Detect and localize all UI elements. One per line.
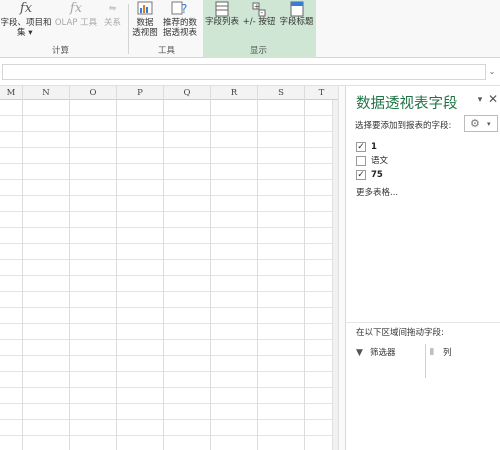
area-divider	[425, 344, 426, 378]
relationships-label: 关系	[103, 18, 121, 28]
column-header-row: M N O P Q R S T	[0, 86, 338, 100]
field-row-yuwen[interactable]: 语文	[356, 154, 486, 168]
plus-minus-buttons-icon: +-	[252, 2, 266, 17]
ribbon: fx 字段、项目和 集 ▾ fx OLAP 工具 ⇋ 关系 计算 数据 透视图 …	[0, 0, 500, 58]
field-list-label: 字段列表	[204, 17, 239, 27]
pane-divider[interactable]	[346, 322, 500, 323]
formula-input[interactable]	[2, 64, 486, 80]
field-list-button[interactable]: 字段列表	[203, 0, 241, 40]
filters-area[interactable]: ▼ 筛选器	[356, 346, 426, 360]
plus-minus-buttons-button[interactable]: + - +/- 按钮	[241, 0, 277, 40]
more-tables-link[interactable]: 更多表格...	[356, 186, 398, 198]
fx-icon: fx	[19, 1, 33, 16]
olap-tools-label: OLAP 工具	[54, 18, 98, 28]
pivotchart-button[interactable]: 数据 透视图	[131, 0, 159, 40]
field-label: 1	[371, 142, 377, 152]
field-label: 75	[371, 170, 383, 180]
column-header-m[interactable]: M	[0, 86, 22, 100]
column-header-n[interactable]: N	[23, 86, 69, 100]
relationships-icon: ⇋	[108, 4, 117, 14]
svg-text:?: ?	[181, 2, 187, 16]
filter-icon: ▼	[356, 348, 363, 358]
pivot-field-list-pane: 数据透视表字段 ▾ ✕ 选择要添加到报表的字段: ⚙ ▾ ✓ 1 语文 ✓ 75…	[345, 86, 500, 450]
recommended-pivot-label-2: 据透视表	[162, 28, 197, 38]
show-group: 字段列表 + - +/- 按钮 字段标题 显示	[203, 0, 316, 58]
gear-icon: ⚙	[470, 117, 480, 130]
field-headers-icon	[290, 1, 303, 17]
chevron-down-icon[interactable]: ▾	[475, 94, 485, 106]
column-gridline	[163, 86, 164, 450]
fields-items-sets-label-2: 集 ▾	[17, 28, 33, 38]
group-separator	[128, 4, 129, 54]
columns-area[interactable]: ⫴ 列	[430, 346, 490, 360]
close-icon[interactable]: ✕	[487, 93, 499, 105]
olap-tools-button[interactable]: fx OLAP 工具	[53, 0, 99, 40]
column-gridline	[304, 86, 305, 450]
choose-fields-label: 选择要添加到报表的字段:	[355, 121, 452, 131]
recommended-pivot-label-1: 推荐的数	[162, 18, 197, 28]
column-header-o[interactable]: O	[70, 86, 116, 100]
pane-splitter[interactable]	[338, 86, 345, 450]
recommended-pivot-button[interactable]: ? 推荐的数 据透视表	[161, 0, 199, 40]
column-gridline	[69, 86, 70, 450]
field-row-75[interactable]: ✓ 75	[356, 168, 486, 182]
column-header-t[interactable]: T	[305, 86, 338, 100]
field-headers-button[interactable]: 字段标题	[277, 0, 316, 40]
pivotchart-label-1: 数据	[136, 18, 154, 28]
svg-text:+: +	[254, 3, 260, 11]
show-group-label: 显示	[250, 46, 268, 56]
tools-group-label: 工具	[158, 46, 176, 56]
columns-icon: ⫴	[430, 348, 434, 358]
column-gridline	[22, 86, 23, 450]
pivotchart-icon	[131, 0, 159, 18]
column-gridline	[257, 86, 258, 450]
field-checkbox[interactable]	[356, 156, 366, 166]
drag-fields-label: 在以下区域间拖动字段:	[356, 328, 444, 338]
field-list-icon	[215, 1, 229, 17]
relationships-button[interactable]: ⇋ 关系	[100, 0, 125, 40]
pivot-pane-title: 数据透视表字段	[356, 96, 458, 112]
recommended-pivot-icon: ?	[161, 0, 199, 18]
fields-items-sets-button[interactable]: fx 字段、项目和 集 ▾	[0, 0, 52, 40]
column-gridline	[210, 86, 211, 450]
column-header-r[interactable]: R	[211, 86, 257, 100]
field-row-1[interactable]: ✓ 1	[356, 140, 486, 154]
plus-minus-buttons-label: +/- 按钮	[242, 17, 276, 27]
column-header-q[interactable]: Q	[164, 86, 210, 100]
columns-label: 列	[443, 348, 452, 358]
field-list-tools-button[interactable]: ⚙ ▾	[464, 115, 498, 132]
field-label: 语文	[371, 156, 389, 166]
column-header-s[interactable]: S	[258, 86, 304, 100]
column-header-p[interactable]: P	[117, 86, 163, 100]
filters-label: 筛选器	[370, 348, 396, 358]
chevron-down-icon: ▾	[487, 120, 491, 128]
chevron-down-icon[interactable]: ⌄	[487, 67, 497, 77]
column-gridline	[116, 86, 117, 450]
field-headers-label: 字段标题	[279, 17, 314, 27]
worksheet-grid[interactable]: M N O P Q R S T	[0, 86, 338, 450]
fields-items-sets-label-1: 字段、项目和	[0, 18, 52, 28]
calc-group-label: 计算	[52, 46, 70, 56]
pivotchart-label-2: 透视图	[132, 28, 158, 38]
field-checkbox-checked[interactable]: ✓	[356, 170, 366, 180]
field-checkbox-checked[interactable]: ✓	[356, 142, 366, 152]
formula-bar: ⌄	[0, 58, 500, 86]
olap-fx-icon: fx	[69, 1, 83, 16]
